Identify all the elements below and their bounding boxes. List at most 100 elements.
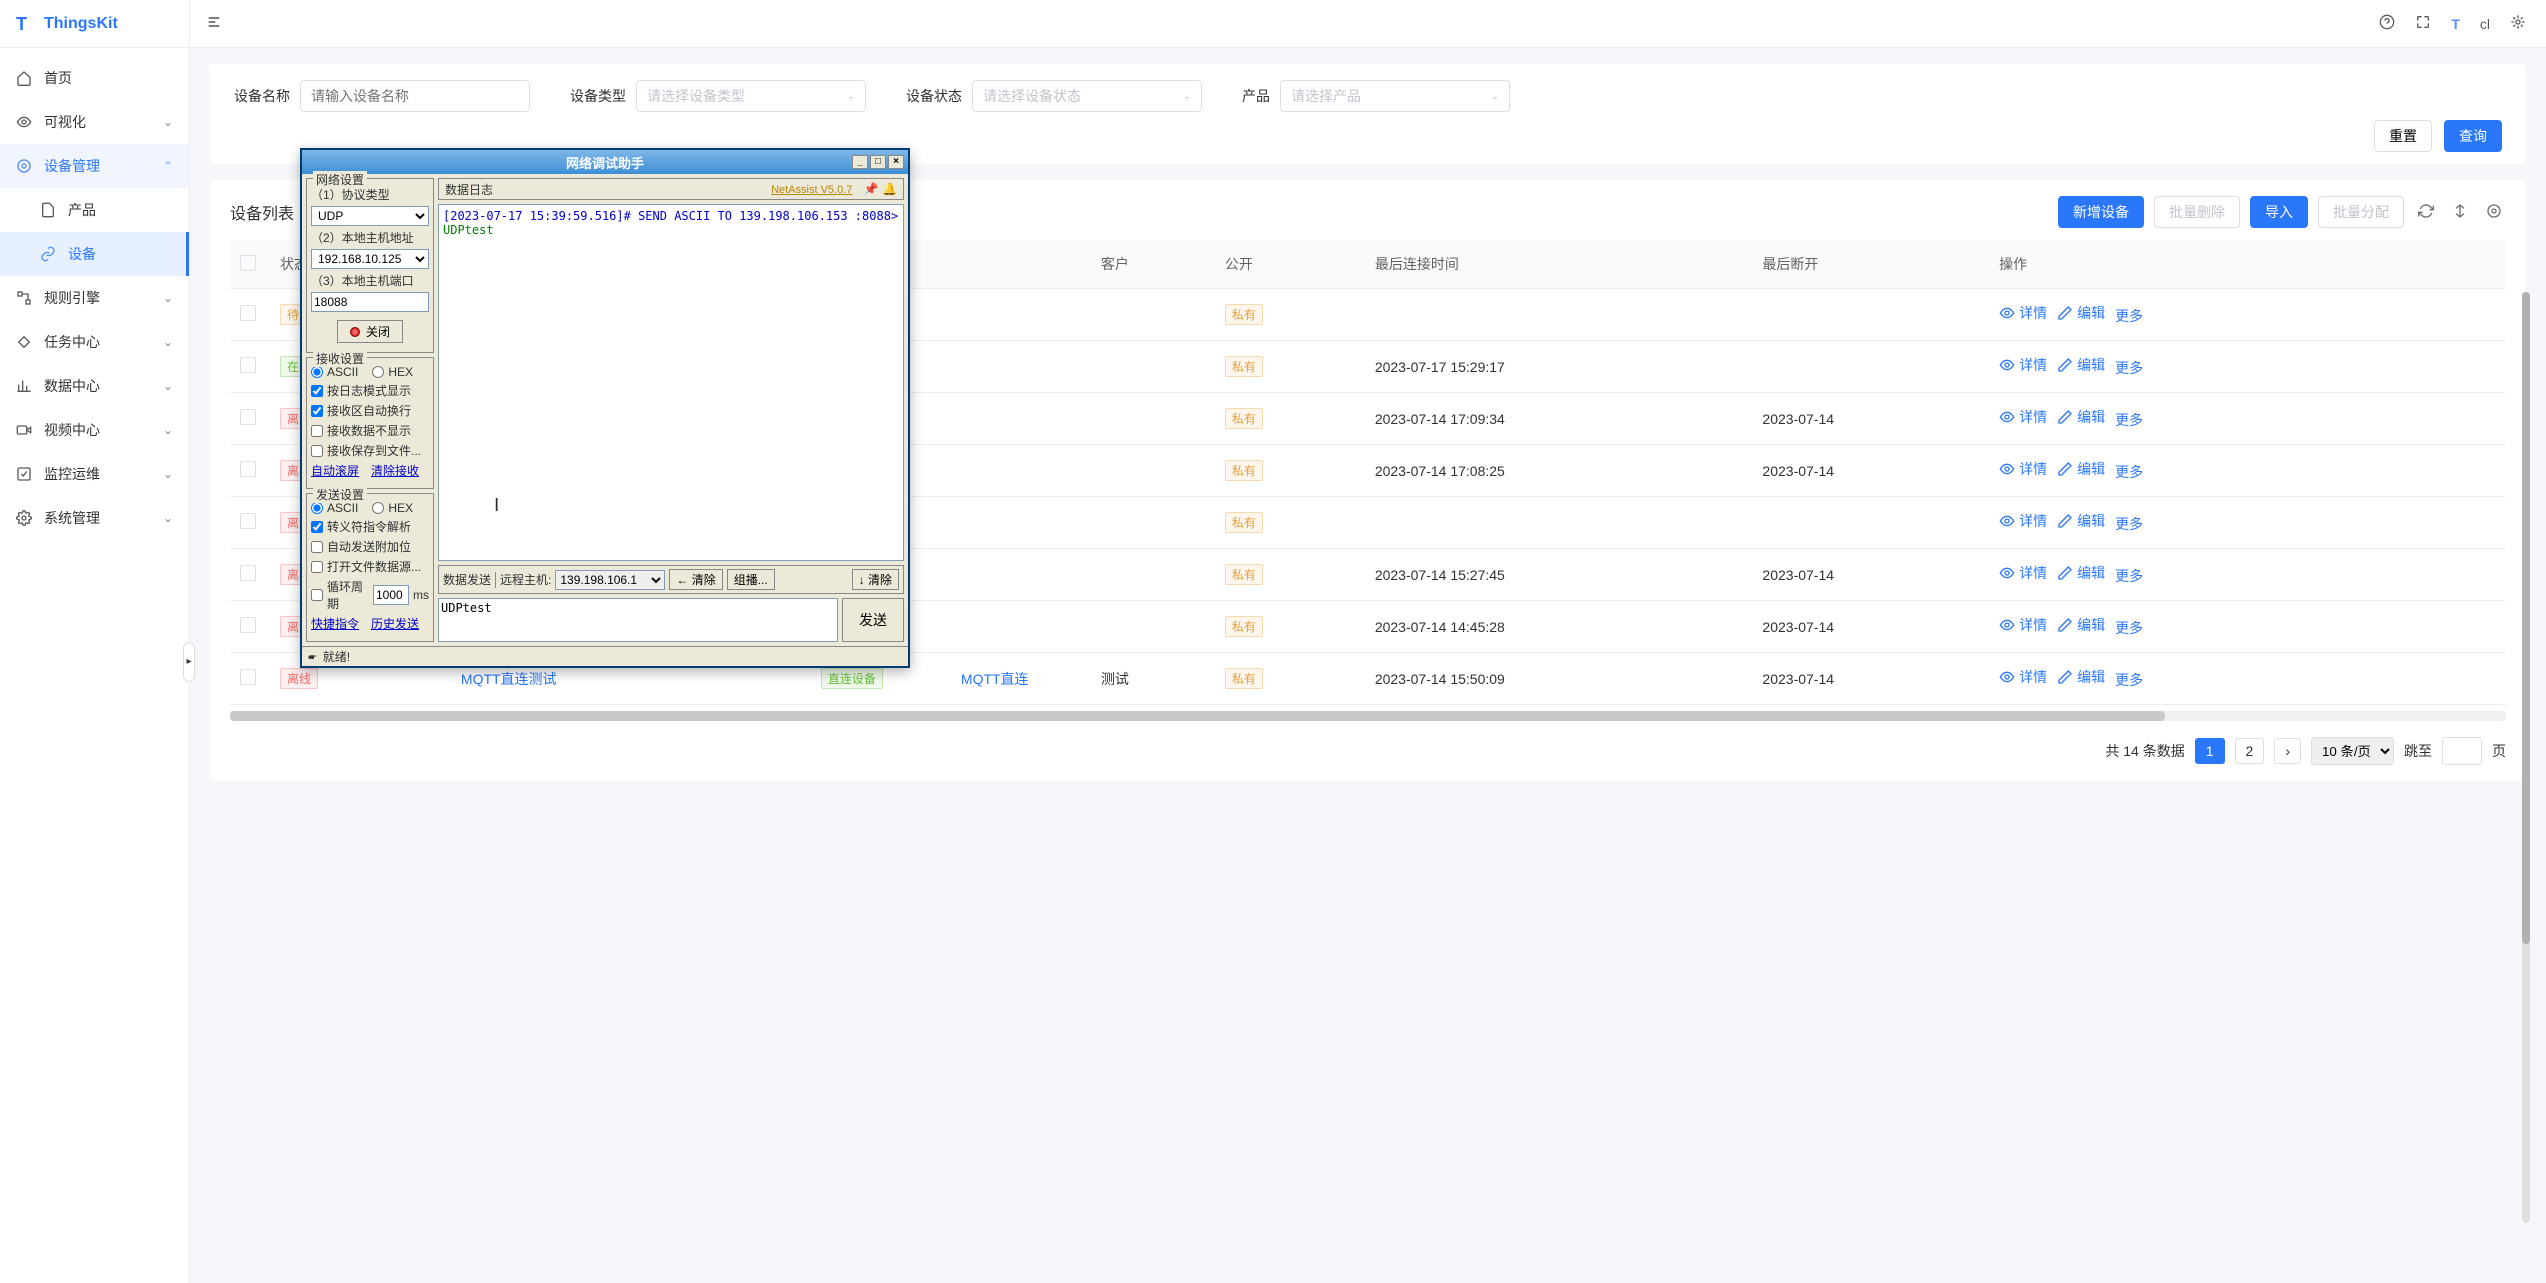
recv-clear-link[interactable]: 清除接收 (371, 462, 419, 479)
edit-link[interactable]: 编辑 (2057, 511, 2105, 531)
maximize-button[interactable]: □ (870, 155, 886, 169)
detail-link[interactable]: 详情 (1999, 355, 2047, 375)
scrollbar-thumb[interactable] (230, 711, 2165, 721)
sidebar-item-visual[interactable]: 可视化 ⌄ (0, 100, 189, 144)
device-name-input[interactable] (300, 80, 530, 112)
minimize-button[interactable]: _ (852, 155, 868, 169)
detail-link[interactable]: 详情 (1999, 615, 2047, 635)
row-checkbox[interactable] (240, 669, 256, 685)
reset-button[interactable]: 重置 (2374, 120, 2432, 152)
device-name-link[interactable]: MQTT直连测试 (461, 671, 557, 687)
send-button[interactable]: 发送 (842, 598, 904, 642)
more-link[interactable]: 更多 (2115, 566, 2143, 586)
close-conn-button[interactable]: 关闭 (337, 320, 403, 343)
send-shortcut-link[interactable]: 快捷指令 (311, 615, 359, 632)
batch-delete-button[interactable]: 批量删除 (2154, 196, 2240, 228)
sidebar-item-video[interactable]: 视频中心 ⌄ (0, 408, 189, 452)
remote-host-select[interactable]: 139.198.106.1 (555, 570, 665, 590)
settings-icon[interactable] (2506, 10, 2530, 37)
brand-icon[interactable]: T (2447, 12, 2464, 36)
edit-link[interactable]: 编辑 (2057, 407, 2105, 427)
recv-opt1-checkbox[interactable] (311, 385, 323, 397)
sidebar-item-product[interactable]: 产品 (0, 188, 189, 232)
recv-opt2-checkbox[interactable] (311, 405, 323, 417)
edit-link[interactable]: 编辑 (2057, 303, 2105, 323)
send-opt3-checkbox[interactable] (311, 561, 323, 573)
more-link[interactable]: 更多 (2115, 410, 2143, 430)
more-link[interactable]: 更多 (2115, 462, 2143, 482)
row-checkbox[interactable] (240, 357, 256, 373)
row-checkbox[interactable] (240, 409, 256, 425)
send-hex-radio[interactable] (372, 502, 384, 514)
clear2-button[interactable]: ↓ 清除 (852, 569, 899, 590)
detail-link[interactable]: 详情 (1999, 563, 2047, 583)
sidebar-item-home[interactable]: 首页 (0, 56, 189, 100)
row-checkbox[interactable] (240, 461, 256, 477)
sidebar-item-monitor[interactable]: 监控运维 ⌄ (0, 452, 189, 496)
bell-icon[interactable]: 🔔 (882, 182, 897, 196)
recv-opt3-checkbox[interactable] (311, 425, 323, 437)
help-icon[interactable] (2375, 10, 2399, 37)
sidebar-item-device[interactable]: 设备 (0, 232, 189, 276)
localport-input[interactable] (311, 292, 429, 312)
edit-link[interactable]: 编辑 (2057, 563, 2105, 583)
jump-input[interactable] (2442, 737, 2482, 765)
detail-link[interactable]: 详情 (1999, 303, 2047, 323)
page-next[interactable]: › (2274, 738, 2301, 764)
sidebar-item-data[interactable]: 数据中心 ⌄ (0, 364, 189, 408)
netassist-window[interactable]: 网络调试助手 _ □ × 网络设置 （1）协议类型 UDP （2）本地主机地址 (300, 148, 910, 668)
batch-assign-button[interactable]: 批量分配 (2318, 196, 2404, 228)
horizontal-scrollbar[interactable] (230, 711, 2506, 721)
refresh-icon[interactable] (2414, 199, 2438, 226)
edit-link[interactable]: 编辑 (2057, 615, 2105, 635)
send-opt2-checkbox[interactable] (311, 541, 323, 553)
more-link[interactable]: 更多 (2115, 514, 2143, 534)
sidebar-item-device-mgmt[interactable]: 设备管理 ⌃ (0, 144, 189, 188)
device-type-select[interactable]: 请选择设备类型⌄ (636, 80, 866, 112)
logo[interactable]: T ThingsKit (0, 0, 189, 48)
recv-autoscroll-link[interactable]: 自动滚屏 (311, 462, 359, 479)
close-button[interactable]: × (888, 155, 904, 169)
page-1[interactable]: 1 (2195, 738, 2225, 764)
row-checkbox[interactable] (240, 617, 256, 633)
recv-opt4-checkbox[interactable] (311, 445, 323, 457)
scrollbar-thumb[interactable] (2522, 292, 2530, 944)
sidebar-item-rule[interactable]: 规则引擎 ⌄ (0, 276, 189, 320)
import-button[interactable]: 导入 (2250, 196, 2308, 228)
page-2[interactable]: 2 (2235, 738, 2265, 764)
user-initials[interactable]: cl (2476, 12, 2494, 36)
proto-select[interactable]: UDP (311, 206, 429, 226)
clear-send-button[interactable]: ← 清除 (669, 569, 722, 590)
column-height-icon[interactable] (2448, 199, 2472, 226)
send-opt4-checkbox[interactable] (311, 589, 323, 601)
netassist-titlebar[interactable]: 网络调试助手 _ □ × (302, 150, 908, 174)
row-checkbox[interactable] (240, 305, 256, 321)
edit-link[interactable]: 编辑 (2057, 459, 2105, 479)
sidebar-item-task[interactable]: 任务中心 ⌄ (0, 320, 189, 364)
add-device-button[interactable]: 新增设备 (2058, 196, 2144, 228)
select-all-checkbox[interactable] (240, 255, 256, 271)
send-opt1-checkbox[interactable] (311, 521, 323, 533)
detail-link[interactable]: 详情 (1999, 407, 2047, 427)
recv-hex-radio[interactable] (372, 366, 384, 378)
more-link[interactable]: 更多 (2115, 358, 2143, 378)
more-link[interactable]: 更多 (2115, 670, 2143, 690)
collapse-icon[interactable] (206, 14, 222, 33)
edit-link[interactable]: 编辑 (2057, 355, 2105, 375)
recv-ascii-radio[interactable] (311, 366, 323, 378)
more-link[interactable]: 更多 (2115, 306, 2143, 326)
fullscreen-icon[interactable] (2411, 10, 2435, 37)
send-ascii-radio[interactable] (311, 502, 323, 514)
edit-link[interactable]: 编辑 (2057, 667, 2105, 687)
product-link[interactable]: MQTT直连 (961, 671, 1029, 687)
row-checkbox[interactable] (240, 513, 256, 529)
vertical-scrollbar[interactable] (2522, 292, 2530, 1223)
detail-link[interactable]: 详情 (1999, 511, 2047, 531)
query-button[interactable]: 查询 (2444, 120, 2502, 152)
multicast-button[interactable]: 组播... (727, 569, 775, 590)
device-status-select[interactable]: 请选择设备状态⌄ (972, 80, 1202, 112)
version-link[interactable]: NetAssist V5.0.7 (771, 184, 852, 196)
log-area[interactable]: [2023-07-17 15:39:59.516]# SEND ASCII TO… (438, 204, 904, 561)
pin-icon[interactable]: 📌 (864, 182, 879, 196)
per-page-select[interactable]: 10 条/页 (2311, 737, 2394, 765)
